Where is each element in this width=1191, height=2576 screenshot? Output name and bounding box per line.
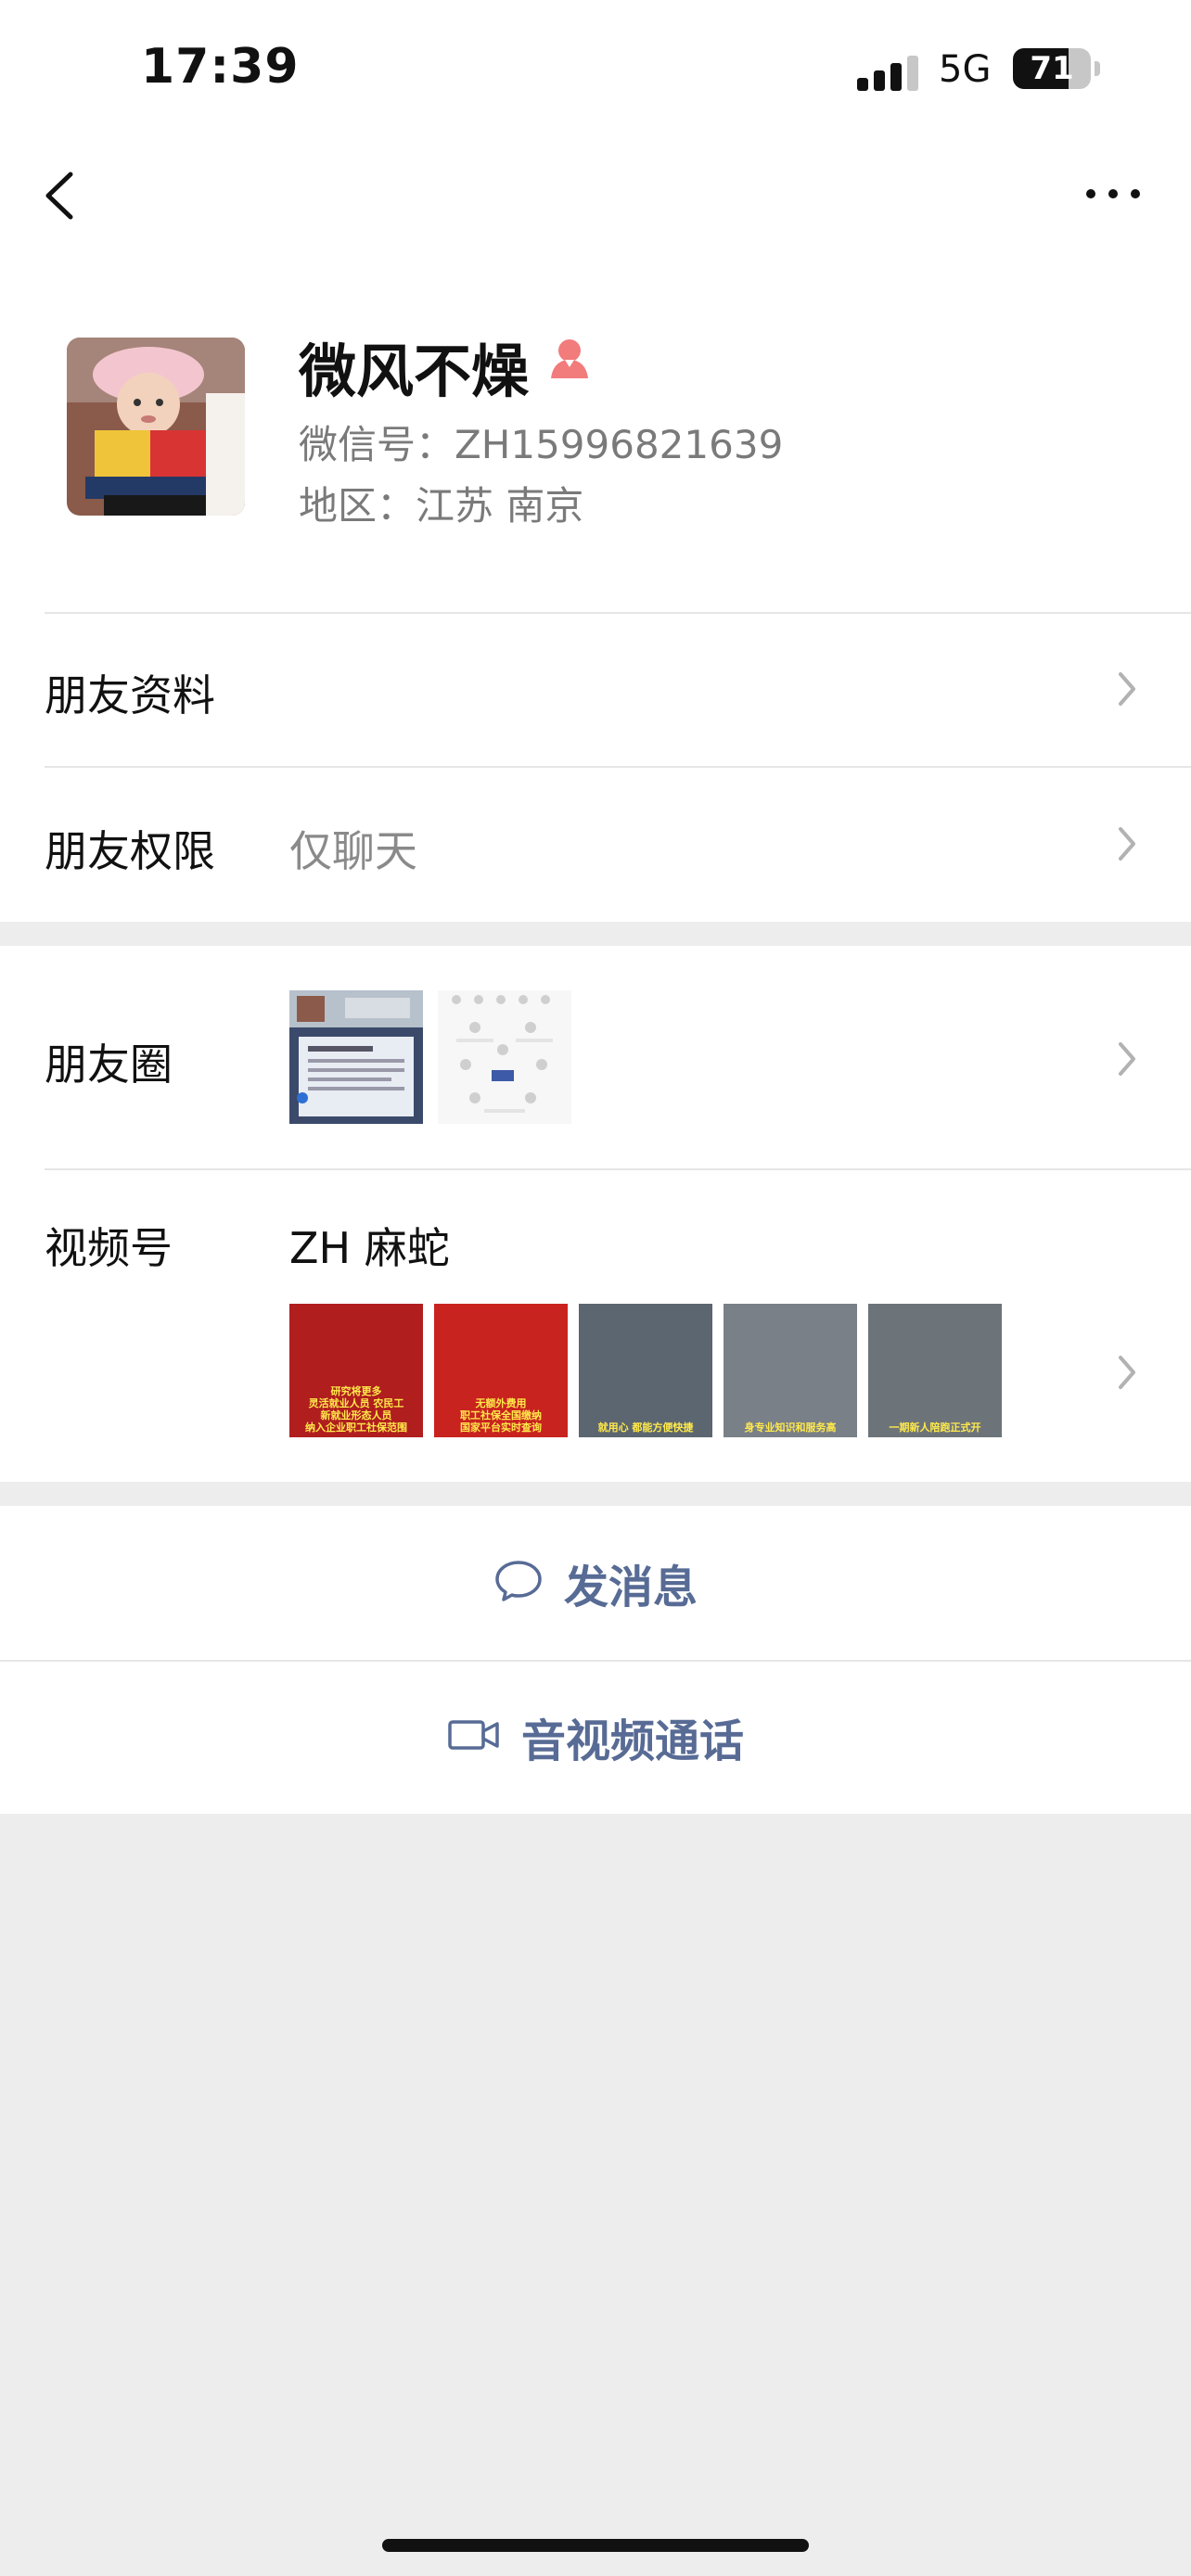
back-icon[interactable] (37, 163, 93, 228)
channel-video-caption: 无额外费用 职工社保全国缴纳 国家平台实时查询 (460, 1397, 542, 1434)
battery-cap (1095, 61, 1100, 76)
channel-video-caption: 就用心 都能方便快捷 (597, 1422, 694, 1434)
more-options-icon[interactable] (1076, 171, 1150, 217)
moments-label: 朋友圈 (45, 1039, 173, 1090)
friend-permission-label: 朋友权限 (45, 826, 215, 876)
chevron-right-icon (1113, 822, 1141, 866)
channels-label: 视频号 (45, 1223, 173, 1273)
divider (45, 1168, 1191, 1170)
send-message-button[interactable]: 发消息 (0, 1506, 1191, 1660)
avatar[interactable] (67, 338, 245, 516)
video-call-button[interactable]: 音视频通话 (0, 1660, 1191, 1814)
region: 地区：江苏 南京 (299, 483, 584, 529)
nav-bar (0, 139, 1191, 250)
video-camera-icon (447, 1716, 501, 1757)
wechat-id: 微信号：ZH15996821639 (299, 422, 784, 467)
channel-video-caption: 研究将更多 灵活就业人员 农民工 新就业形态人员 纳入企业职工社保范围 (305, 1385, 407, 1434)
battery-icon: 71 (1013, 48, 1091, 89)
channel-video-thumbnail: 身专业知识和服务高 (724, 1304, 857, 1437)
chevron-right-icon (1113, 1037, 1141, 1081)
signal-icon (857, 54, 918, 91)
row-friend-info[interactable]: 朋友资料 (0, 612, 1191, 766)
network-type: 5G (939, 48, 992, 91)
moments-thumbnail (289, 990, 423, 1124)
channel-video-thumbnail: 无额外费用 职工社保全国缴纳 国家平台实时查询 (434, 1304, 568, 1437)
row-moments[interactable]: 朋友圈 (0, 946, 1191, 1168)
status-bar: 17:39 5G 71 (0, 0, 1191, 139)
channel-video-thumbnail: 就用心 都能方便快捷 (579, 1304, 712, 1437)
chat-bubble-icon (493, 1559, 544, 1607)
contact-name: 微风不燥 (299, 338, 530, 405)
divider (45, 766, 1191, 768)
divider (45, 612, 1191, 614)
channel-video-caption: 身专业知识和服务高 (744, 1422, 837, 1434)
profile-header: 微风不燥 微信号：ZH15996821639 地区：江苏 南京 (0, 250, 1191, 612)
battery-level: 71 (1030, 50, 1074, 87)
female-icon (547, 336, 592, 382)
channels-name: ZH 麻蛇 (289, 1223, 450, 1273)
channel-video-thumbnail: 研究将更多 灵活就业人员 农民工 新就业形态人员 纳入企业职工社保范围 (289, 1304, 423, 1437)
chevron-right-icon (1113, 667, 1141, 711)
row-channels[interactable]: 视频号 ZH 麻蛇 研究将更多 灵活就业人员 农民工 新就业形态人员 纳入企业职… (0, 1168, 1191, 1482)
row-friend-permission[interactable]: 朋友权限 仅聊天 (0, 766, 1191, 922)
channel-video-thumbnail: 一期新人陪跑正式开 (868, 1304, 1002, 1437)
friend-info-label: 朋友资料 (45, 670, 215, 721)
contact-profile-page: 17:39 5G 71 微风不燥 微信号：ZH15996821639 地区：江苏… (0, 0, 1191, 2576)
video-call-label: 音视频通话 (520, 1715, 744, 1767)
channel-video-caption: 一期新人陪跑正式开 (889, 1422, 981, 1434)
home-indicator (382, 2539, 809, 2552)
send-message-label: 发消息 (563, 1562, 698, 1613)
status-time: 17:39 (141, 39, 300, 95)
moments-thumbnail (438, 990, 571, 1124)
chevron-right-icon (1113, 1350, 1141, 1395)
section-gap (0, 922, 1191, 946)
friend-permission-value: 仅聊天 (289, 826, 417, 876)
section-gap (0, 1482, 1191, 1506)
